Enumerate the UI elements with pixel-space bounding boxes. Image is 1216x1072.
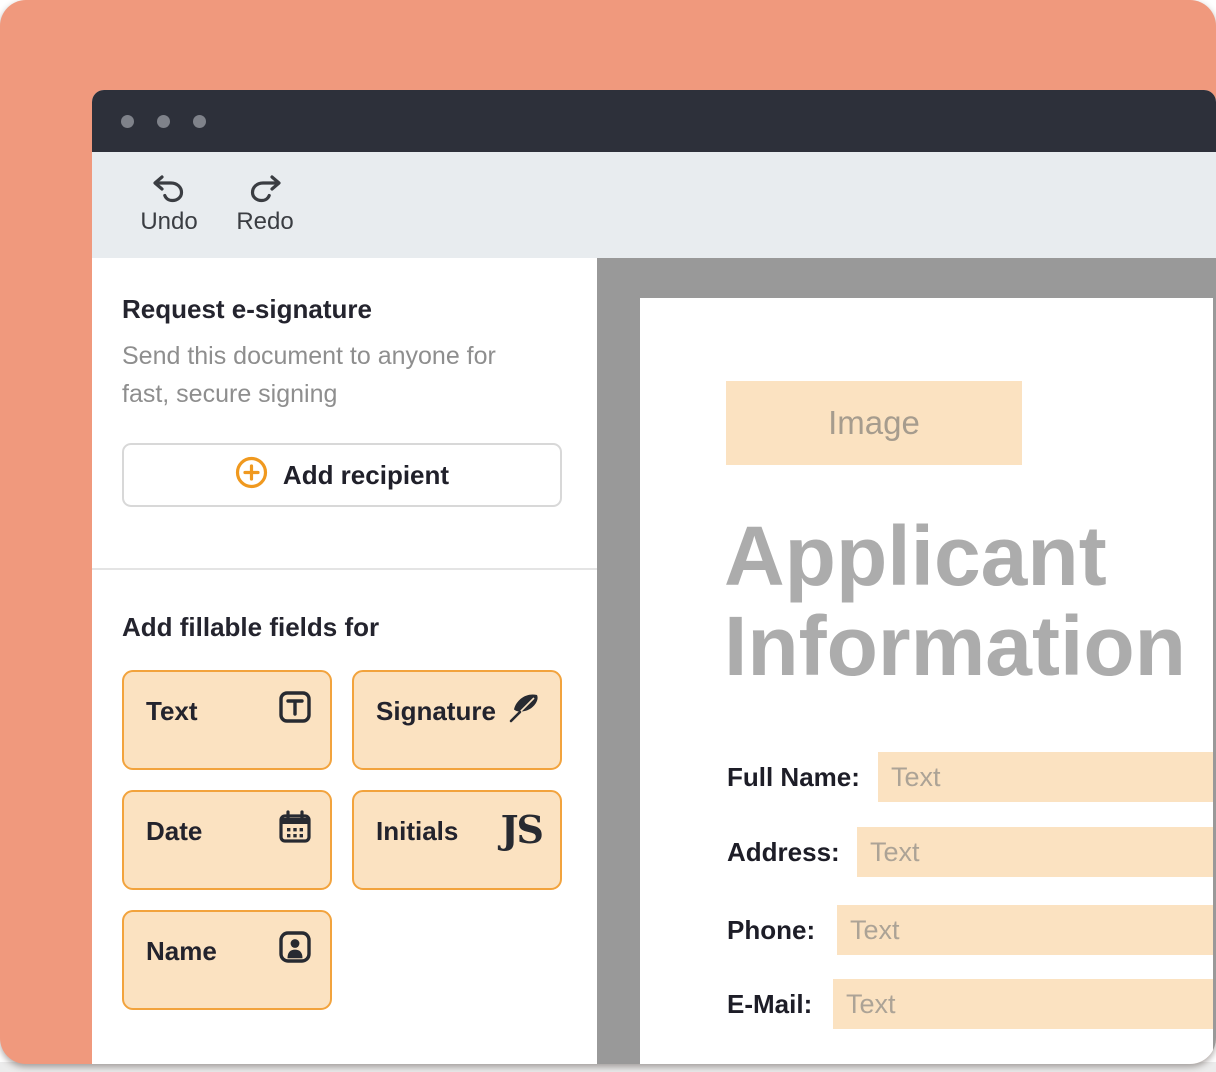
fillable-fields-grid: Text Signature <box>122 670 562 1010</box>
fillable-fields-title: Add fillable fields for <box>122 612 379 643</box>
window-content: Request e-signature Send this document t… <box>92 258 1216 1064</box>
field-button-label: Initials <box>376 816 458 847</box>
field-placeholder: Text <box>891 762 941 793</box>
form-row-phone: Phone: Text <box>640 905 1213 955</box>
add-recipient-label: Add recipient <box>283 460 449 491</box>
calendar-icon <box>278 810 312 849</box>
field-button-initials[interactable]: Initials JS <box>352 790 562 890</box>
add-recipient-button[interactable]: Add recipient <box>122 443 562 507</box>
toolbar: Undo Redo <box>92 152 1216 258</box>
salmon-frame: Undo Redo Request e-signature <box>0 0 1216 1064</box>
field-placeholder: Text <box>870 837 920 868</box>
text-field-icon <box>278 690 312 729</box>
undo-button[interactable]: Undo <box>138 175 200 236</box>
signature-feather-icon <box>506 690 542 731</box>
esign-section-title: Request e-signature <box>122 294 372 325</box>
document-viewer: Image Applicant Information Full Name: T… <box>597 258 1216 1064</box>
image-placeholder-field[interactable]: Image <box>726 381 1022 465</box>
address-field[interactable]: Text <box>857 827 1213 877</box>
form-row-full-name: Full Name: Text <box>640 752 1213 802</box>
sidebar: Request e-signature Send this document t… <box>92 258 597 1064</box>
field-button-label: Name <box>146 936 217 967</box>
undo-icon <box>152 175 186 203</box>
field-button-text[interactable]: Text <box>122 670 332 770</box>
window-control-dot[interactable] <box>193 115 206 128</box>
screenshot-canvas: Undo Redo Request e-signature <box>0 0 1216 1072</box>
window-control-dot[interactable] <box>157 115 170 128</box>
redo-button[interactable]: Redo <box>234 175 296 236</box>
window-titlebar <box>92 90 1216 152</box>
field-button-date[interactable]: Date <box>122 790 332 890</box>
document-heading-line2: Information <box>724 601 1186 691</box>
initials-monogram: JS <box>501 810 542 850</box>
document-heading-line1: Applicant <box>724 511 1186 601</box>
field-placeholder: Text <box>850 915 900 946</box>
redo-label: Redo <box>236 208 293 236</box>
field-placeholder: Text <box>846 989 896 1020</box>
form-row-email: E-Mail: Text <box>640 979 1213 1029</box>
document-heading: Applicant Information <box>724 511 1186 691</box>
esign-section-description: Send this document to anyone for fast, s… <box>122 337 542 413</box>
window-control-dot[interactable] <box>121 115 134 128</box>
full-name-field[interactable]: Text <box>878 752 1213 802</box>
redo-icon <box>248 175 282 203</box>
form-label: Address: <box>727 827 840 877</box>
sidebar-divider <box>92 568 597 570</box>
form-label: Phone: <box>727 905 815 955</box>
form-label: Full Name: <box>727 752 860 802</box>
app-window: Undo Redo Request e-signature <box>92 90 1216 1064</box>
field-button-label: Text <box>146 696 198 727</box>
document-page: Image Applicant Information Full Name: T… <box>640 298 1213 1064</box>
undo-label: Undo <box>140 208 197 236</box>
image-placeholder-label: Image <box>828 404 920 442</box>
field-button-label: Signature <box>376 696 496 727</box>
field-button-name[interactable]: Name <box>122 910 332 1010</box>
plus-circle-icon <box>235 456 268 494</box>
phone-field[interactable]: Text <box>837 905 1213 955</box>
email-field[interactable]: Text <box>833 979 1213 1029</box>
field-button-label: Date <box>146 816 202 847</box>
form-row-address: Address: Text <box>640 827 1213 877</box>
form-label: E-Mail: <box>727 979 812 1029</box>
name-badge-icon <box>278 930 312 969</box>
field-button-signature[interactable]: Signature <box>352 670 562 770</box>
